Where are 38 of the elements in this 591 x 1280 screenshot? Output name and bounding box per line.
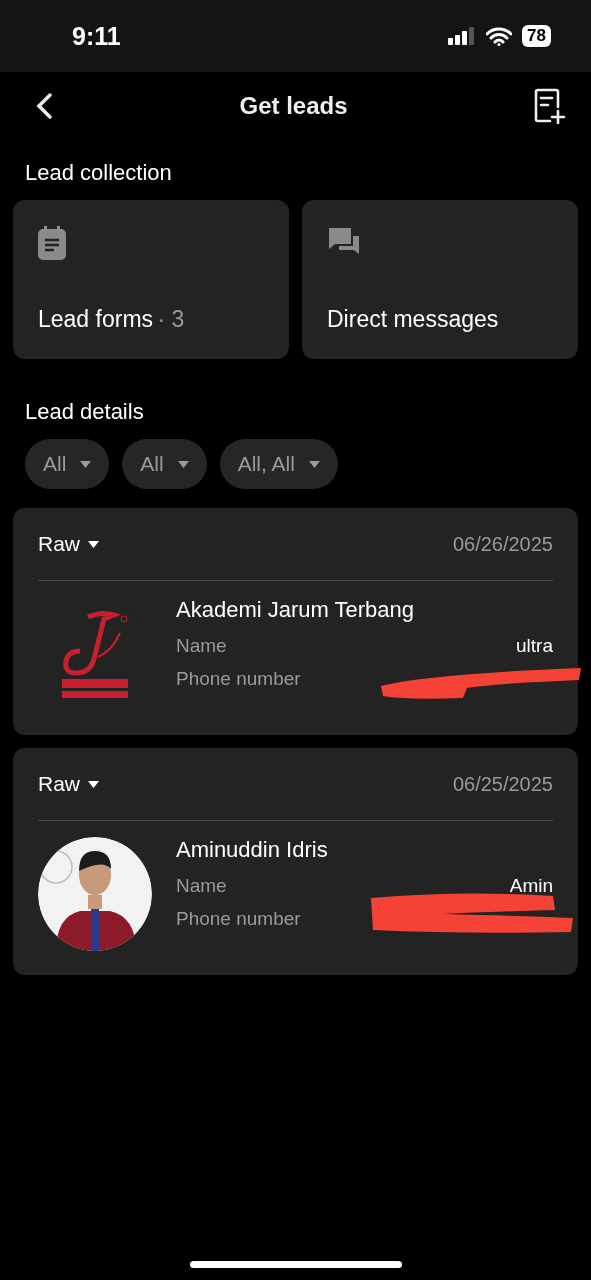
card-label: Lead forms — [38, 306, 154, 332]
filter-dropdown[interactable]: All — [25, 439, 110, 489]
status-dropdown[interactable]: Raw — [38, 532, 99, 556]
field-label: Phone number — [176, 668, 301, 691]
caret-icon — [308, 460, 320, 468]
field-label: Name — [176, 635, 227, 658]
battery-level: 78 — [522, 25, 551, 47]
lead-card[interactable]: Raw 06/25/2025 Aminuddin Idris Name Amin Phone number — [13, 748, 578, 975]
field-label: Name — [176, 875, 227, 898]
section-title: Lead collection — [25, 160, 173, 186]
filter-dropdown[interactable]: All, All — [219, 439, 338, 489]
field-value: Amin — [509, 875, 553, 898]
page-title: Get leads — [239, 92, 348, 120]
status-dropdown[interactable]: Raw — [38, 772, 99, 796]
clipboard-icon — [38, 226, 66, 260]
lead-source-card[interactable]: Lead forms · 3 — [13, 200, 289, 359]
count-text: · 3 — [157, 306, 185, 332]
caret-icon — [177, 460, 189, 468]
add-document-button[interactable] — [533, 88, 567, 124]
section-title: Lead details — [25, 399, 145, 425]
lead-name: Aminuddin Idris — [176, 837, 329, 863]
card-label: Direct messages — [327, 306, 499, 332]
field-value: ultra — [516, 635, 553, 658]
lead-card[interactable]: Raw 06/26/2025 Akademi Jarum Terbang Name ultra Phone number — [13, 508, 578, 735]
wifi-icon — [486, 26, 513, 46]
clock-time: 9:11 — [72, 21, 121, 51]
filter-dropdown[interactable]: All — [122, 439, 207, 489]
back-button[interactable] — [34, 92, 54, 120]
lead-date: 06/26/2025 — [452, 532, 553, 556]
signal-icon — [448, 27, 477, 45]
lead-source-card[interactable]: Direct messages — [302, 200, 578, 359]
lead-date: 06/25/2025 — [452, 772, 553, 796]
chat-bubbles-icon — [327, 226, 361, 256]
caret-icon — [88, 540, 99, 548]
caret-icon — [88, 780, 99, 788]
field-label: Phone number — [176, 908, 301, 931]
lead-name: Akademi Jarum Terbang — [176, 597, 416, 623]
caret-icon — [80, 460, 92, 468]
